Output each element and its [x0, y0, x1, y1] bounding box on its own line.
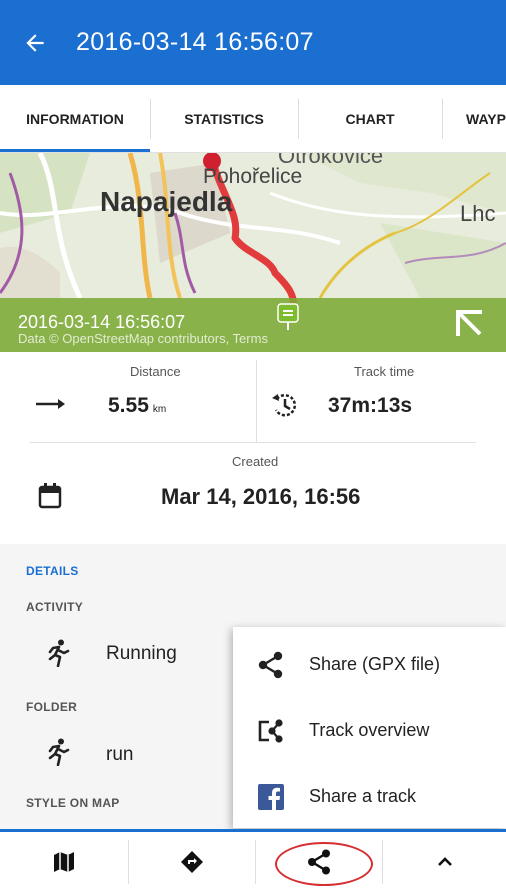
bottom-toolbar — [0, 829, 506, 892]
history-icon — [272, 394, 297, 417]
map-attribution[interactable]: Data © OpenStreetMap contributors, Terms — [18, 331, 268, 346]
details-header: DETAILS — [26, 564, 79, 578]
created-value: Mar 14, 2016, 16:56 — [161, 484, 361, 509]
navigation-icon — [181, 851, 203, 873]
menu-item-track-overview[interactable]: Track overview — [233, 697, 506, 764]
style-on-map-header: STYLE ON MAP — [26, 796, 120, 810]
map-label-town: Napajedla — [100, 186, 233, 217]
facebook-icon — [258, 783, 284, 810]
track-stats: Distance 5.55 km Track time 37m:13s Creat… — [0, 352, 506, 544]
share-popup-menu: Share (GPX file) Track overview Share a … — [233, 627, 506, 828]
navigation-button[interactable] — [129, 832, 255, 892]
arrow-right-icon — [36, 399, 65, 409]
folder-header: FOLDER — [26, 700, 78, 714]
track-time-value: 37m:13s — [328, 394, 413, 417]
chevron-up-icon — [437, 857, 452, 866]
distance-value: 5.55 km — [108, 394, 166, 418]
track-time-label: Track time — [354, 364, 415, 379]
page-title: 2016-03-14 16:56:07 — [76, 28, 314, 56]
menu-item-label: Share a track — [309, 786, 417, 806]
folder-value: run — [106, 744, 134, 765]
running-icon — [48, 738, 70, 766]
track-overview-icon — [258, 718, 283, 743]
map-banner-date: 2016-03-14 16:56:07 — [18, 312, 186, 332]
track-map[interactable]: Otrokovice Pohořelice Napajedla Lhc 2016… — [0, 153, 506, 352]
stats-divider-horizontal — [30, 442, 476, 443]
map-icon — [54, 852, 74, 872]
menu-item-label: Track overview — [309, 720, 430, 740]
tab-waypoints[interactable]: WAYP — [442, 85, 506, 152]
tab-information[interactable]: INFORMATION — [0, 85, 150, 152]
highlight-circle — [275, 842, 373, 886]
app-bar: 2016-03-14 16:56:07 — [0, 0, 506, 85]
activity-header: ACTIVITY — [26, 600, 84, 614]
finish-flag-icon — [277, 303, 299, 330]
tab-statistics[interactable]: STATISTICS — [150, 85, 298, 152]
running-icon — [48, 639, 70, 667]
tab-chart[interactable]: CHART — [298, 85, 442, 152]
map-button[interactable] — [0, 832, 128, 892]
expand-toolbar-button[interactable] — [383, 832, 506, 892]
arrow-left-icon — [26, 33, 44, 52]
calendar-icon — [38, 483, 62, 509]
tab-bar: INFORMATION STATISTICS CHART WAYP — [0, 85, 506, 153]
stats-divider-vertical — [256, 360, 257, 442]
map-label-right: Lhc — [460, 201, 496, 226]
created-label: Created — [232, 454, 279, 469]
map-banner: 2016-03-14 16:56:07 Data © OpenStreetMap… — [0, 298, 506, 352]
menu-item-share-gpx[interactable]: Share (GPX file) — [233, 631, 506, 698]
expand-map-icon[interactable] — [450, 304, 490, 344]
activity-value: Running — [106, 643, 177, 664]
distance-label: Distance — [130, 364, 181, 379]
distance-unit: km — [152, 404, 167, 415]
distance-number: 5.55 — [108, 394, 149, 417]
share-icon — [258, 651, 283, 678]
back-button[interactable] — [0, 0, 80, 85]
menu-item-label: Share (GPX file) — [309, 654, 441, 674]
menu-item-share-track[interactable]: Share a track — [233, 763, 506, 830]
